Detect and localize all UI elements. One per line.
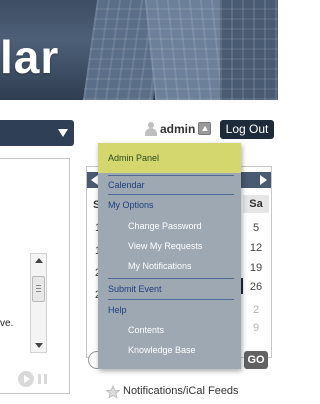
calendar-day[interactable]: 12 — [245, 242, 267, 254]
menu-item-submit-event[interactable]: Submit Event — [98, 281, 241, 298]
next-arrow-icon[interactable] — [260, 175, 267, 185]
logout-button[interactable]: Log Out — [220, 120, 274, 139]
scroll-thumb[interactable] — [32, 276, 45, 302]
menu-item-my-notifications[interactable]: My Notifications — [98, 258, 241, 275]
chevron-down-icon — [58, 129, 68, 137]
dropdown-caret-icon[interactable] — [198, 122, 211, 135]
header-banner: lar — [0, 0, 278, 100]
menu-item-contents[interactable]: Contents — [98, 322, 241, 339]
scroll-down-icon[interactable] — [35, 343, 43, 348]
prev-arrow-icon[interactable] — [91, 175, 98, 185]
menu-divider — [108, 175, 234, 176]
menu-item-help[interactable]: Help — [98, 302, 241, 319]
menu-divider — [108, 278, 234, 279]
play-icon[interactable] — [18, 371, 34, 387]
menu-item-calendar[interactable]: Calendar — [98, 177, 241, 194]
menu-divider — [108, 299, 234, 300]
menu-item-view-my-requests[interactable]: View My Requests — [98, 238, 241, 255]
calendar-day[interactable]: 5 — [245, 222, 267, 234]
notifications-ical-link[interactable]: Notifications/iCal Feeds — [123, 385, 239, 397]
scroll-up-icon[interactable] — [35, 258, 43, 263]
menu-item-admin-panel[interactable]: Admin Panel — [98, 143, 241, 173]
left-content-panel: ve. — [0, 158, 70, 394]
star-icon — [105, 384, 121, 399]
user-icon — [144, 122, 158, 136]
menu-item-knowledge-base[interactable]: Knowledge Base — [98, 342, 241, 359]
pause-icon[interactable] — [38, 374, 48, 384]
calendar-day-next-month[interactable]: 2 — [245, 304, 267, 316]
menu-item-change-password[interactable]: Change Password — [98, 218, 241, 235]
calendar-day[interactable]: 19 — [245, 262, 267, 274]
calendar-header-saturday: Sa — [243, 195, 269, 213]
username-label[interactable]: admin — [160, 122, 195, 136]
left-select-bar[interactable] — [0, 120, 74, 146]
calendar-day-next-month[interactable]: 9 — [245, 322, 267, 334]
scrollbar[interactable] — [30, 253, 47, 353]
menu-item-my-options[interactable]: My Options — [98, 197, 241, 214]
admin-dropdown-menu: Admin Panel Calendar My Options Change P… — [98, 143, 241, 369]
banner-title: lar — [0, 31, 60, 83]
panel-text-fragment: ve. — [0, 318, 14, 329]
menu-divider — [108, 194, 234, 195]
calendar-day[interactable]: 26 — [245, 281, 267, 293]
go-button[interactable]: GO — [244, 351, 268, 369]
banner-building-3 — [220, 0, 278, 100]
